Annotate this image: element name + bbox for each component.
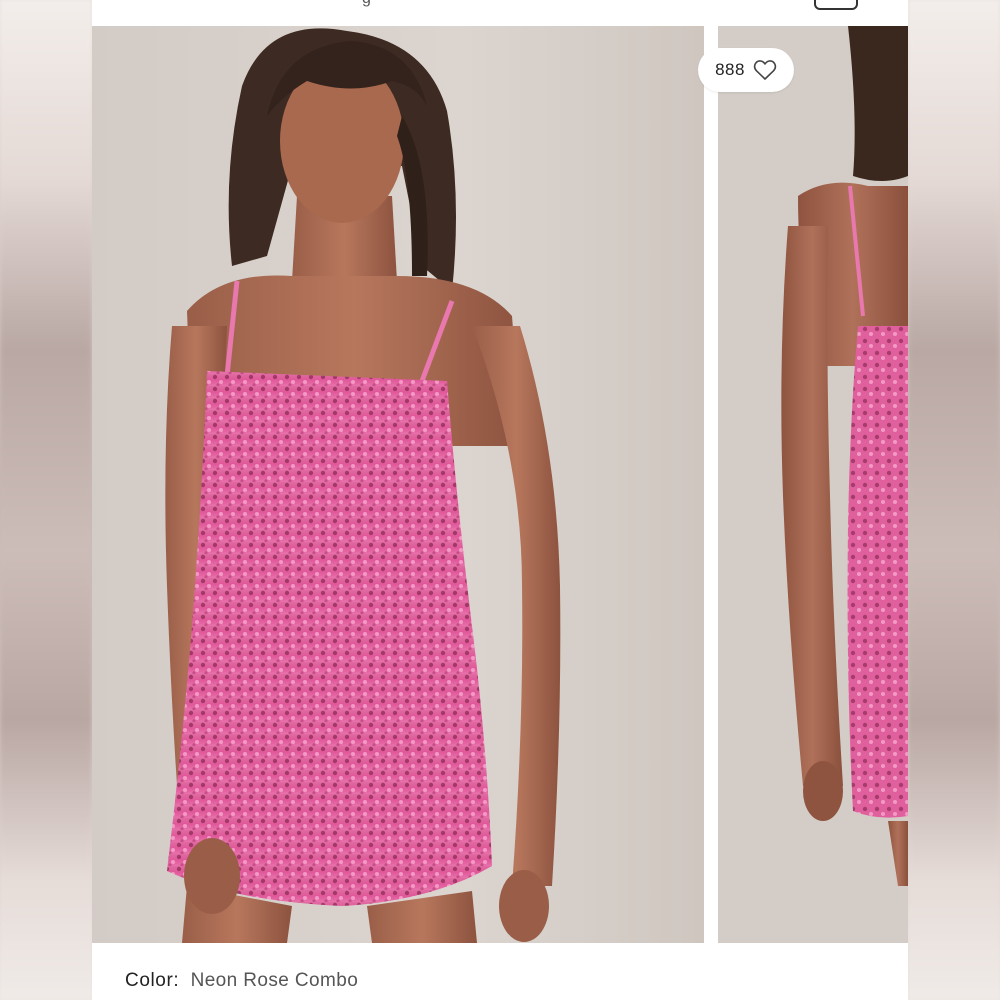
product-image-main[interactable] xyxy=(92,26,704,943)
product-image-secondary[interactable] xyxy=(718,26,908,943)
right-blurred-border xyxy=(908,0,1000,1000)
favorite-count: 888 xyxy=(715,60,745,79)
product-screen: g xyxy=(92,0,908,1000)
top-bar: g xyxy=(92,0,908,26)
top-bar-button[interactable] xyxy=(814,0,858,10)
top-bar-partial-text: g xyxy=(362,0,371,8)
heart-outline-icon xyxy=(753,60,777,80)
color-value: Neon Rose Combo xyxy=(190,970,359,991)
favorite-button[interactable]: 888 xyxy=(698,48,794,92)
color-label: Color: xyxy=(125,970,180,991)
product-color-row: Color: Neon Rose Combo xyxy=(125,970,358,992)
model-front-illustration xyxy=(92,26,704,943)
model-back-illustration xyxy=(718,26,908,943)
left-blurred-border xyxy=(0,0,92,1000)
